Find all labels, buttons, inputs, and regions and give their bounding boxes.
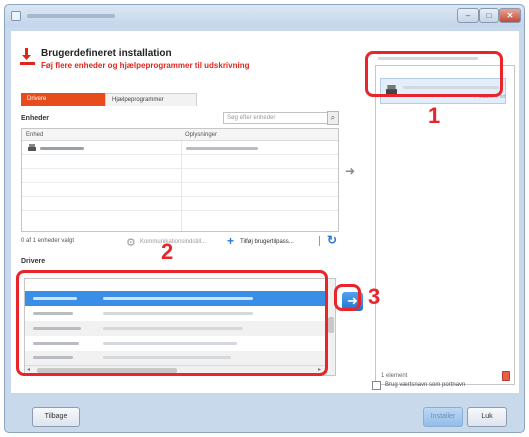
close-button[interactable]: Luk	[467, 407, 507, 427]
back-button[interactable]: Tilbage	[32, 407, 80, 427]
tab-utilities[interactable]: Hjælpeprogrammer	[105, 93, 197, 106]
title-bar: – □ ✕	[5, 5, 524, 27]
plus-icon[interactable]: +	[227, 234, 234, 248]
use-hostname-checkbox[interactable]	[372, 381, 381, 390]
use-hostname-label: Brug værtsnavn som portnavn	[385, 382, 466, 388]
window-title-blurred	[27, 14, 115, 18]
tab-drivers[interactable]: Drivere	[21, 93, 105, 106]
column-header-device[interactable]: Enhed	[22, 129, 181, 141]
callout-number-2: 2	[161, 239, 174, 264]
page-subtitle: Føj flere enheder og hjælpeprogrammer ti…	[41, 61, 250, 70]
selected-products-panel: Produkt / Port 1 element	[372, 53, 516, 389]
device-list: Enhed Oplysninger	[21, 128, 339, 232]
device-row[interactable]	[22, 141, 338, 155]
selected-products-list: Produkt / Port 1 element	[375, 65, 515, 385]
callout-number-3: 3	[368, 284, 381, 309]
callout-box-3	[334, 284, 361, 311]
page-title: Brugerdefineret installation	[41, 48, 172, 59]
app-icon	[11, 11, 21, 21]
column-header-details[interactable]: Oplysninger	[181, 129, 338, 141]
drivers-heading: Drivere	[21, 258, 46, 265]
install-button[interactable]: Installer	[423, 407, 463, 427]
close-window-button[interactable]: ✕	[499, 8, 521, 23]
callout-number-1: 1	[428, 103, 441, 128]
devices-heading: Enheder	[21, 115, 50, 122]
minimize-button[interactable]: –	[457, 8, 479, 23]
selected-count-label: 1 element	[381, 373, 408, 379]
add-custom-button-label[interactable]: Tilføj brugertilpass...	[240, 239, 294, 245]
callout-box-2	[16, 270, 328, 376]
settings-utility-icon[interactable]: ⚙	[126, 236, 136, 249]
download-install-icon	[20, 48, 35, 65]
callout-box-1	[365, 51, 503, 97]
search-icon[interactable]: ⌕	[327, 111, 339, 125]
arrow-right-icon[interactable]: ➜	[345, 165, 355, 177]
device-selection-status: 0 af 1 enheder valgt	[21, 238, 75, 244]
device-search-input[interactable]: Søg efter enheder	[223, 112, 337, 124]
refresh-icon[interactable]: ↻	[327, 233, 337, 247]
printer-icon	[28, 144, 36, 151]
maximize-button[interactable]: □	[479, 8, 499, 23]
trash-icon[interactable]	[502, 371, 510, 381]
